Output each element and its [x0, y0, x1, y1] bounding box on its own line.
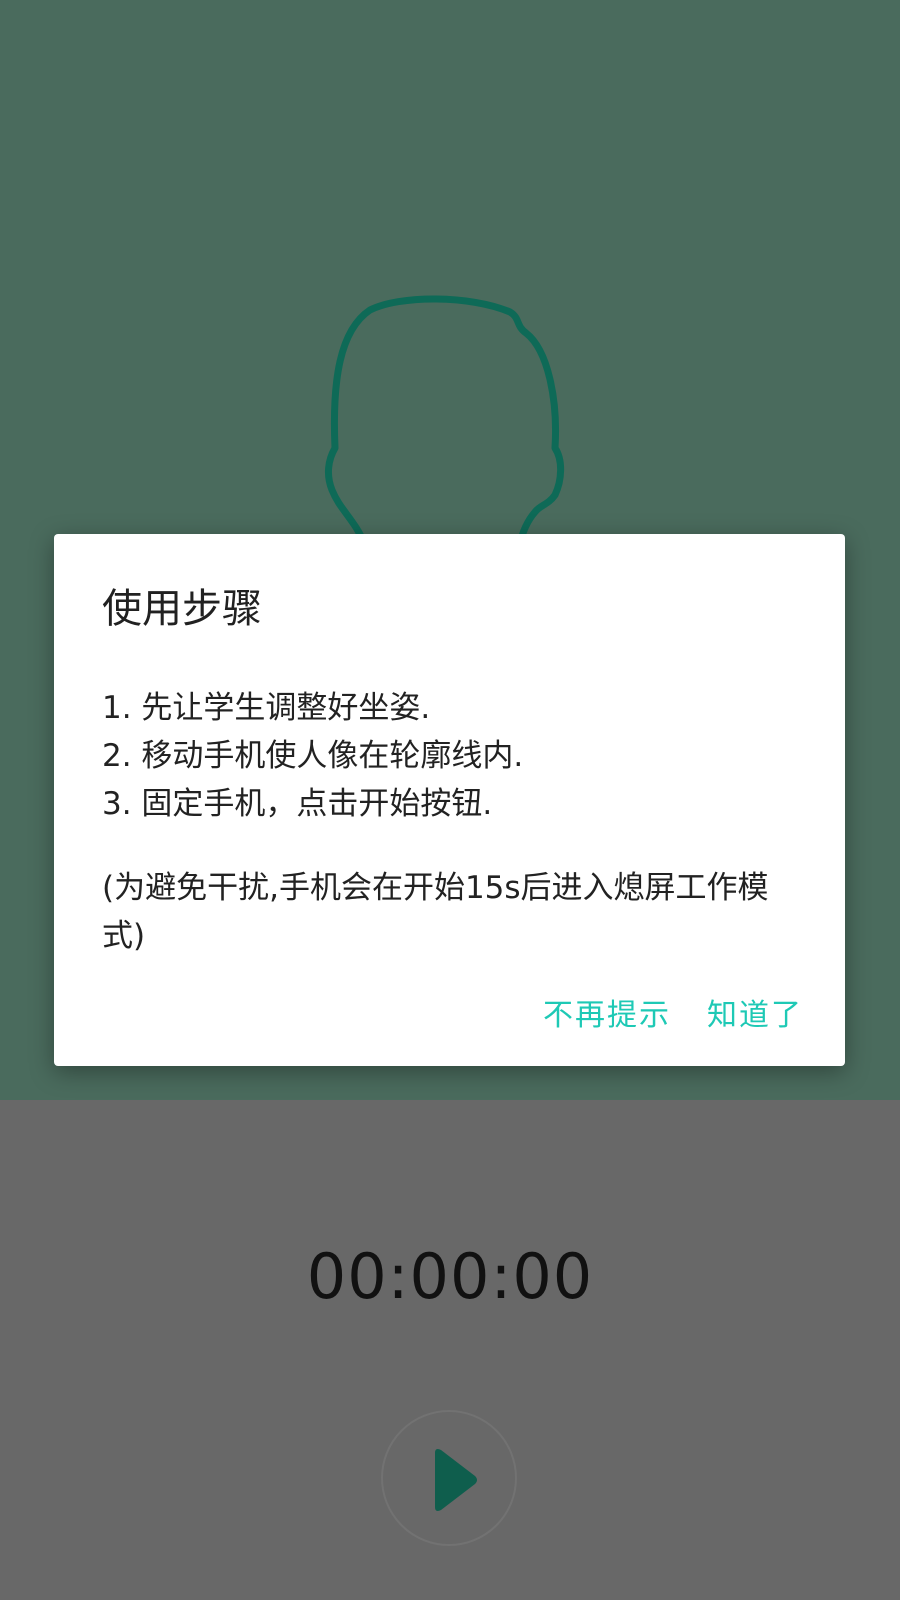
step-item: 2. 移动手机使人像在轮廓线内.	[102, 738, 524, 774]
got-it-button[interactable]: 知道了	[707, 990, 803, 1034]
note-line: (为避免干扰,手机会在开始15s后进入熄屏工作模	[102, 870, 769, 906]
dialog-note: (为避免干扰,手机会在开始15s后进入熄屏工作模 式)	[102, 864, 802, 960]
note-line: 式)	[102, 918, 146, 954]
dont-show-again-button[interactable]: 不再提示	[543, 990, 671, 1034]
play-button[interactable]	[381, 1410, 517, 1546]
timer-display: 00:00:00	[306, 1240, 594, 1313]
dialog-actions: 不再提示 知道了	[543, 990, 803, 1034]
usage-steps-dialog: 使用步骤 1. 先让学生调整好坐姿. 2. 移动手机使人像在轮廓线内. 3. 固…	[54, 534, 845, 1066]
screen: 00:00:00 使用步骤 1. 先让学生调整好坐姿. 2. 移动手机使人像在轮…	[0, 0, 900, 1600]
dialog-body: 1. 先让学生调整好坐姿. 2. 移动手机使人像在轮廓线内. 3. 固定手机，点…	[102, 684, 802, 960]
dialog-title: 使用步骤	[102, 586, 262, 632]
play-icon	[435, 1449, 477, 1511]
step-item: 3. 固定手机，点击开始按钮.	[102, 786, 493, 822]
step-item: 1. 先让学生调整好坐姿.	[102, 690, 431, 726]
